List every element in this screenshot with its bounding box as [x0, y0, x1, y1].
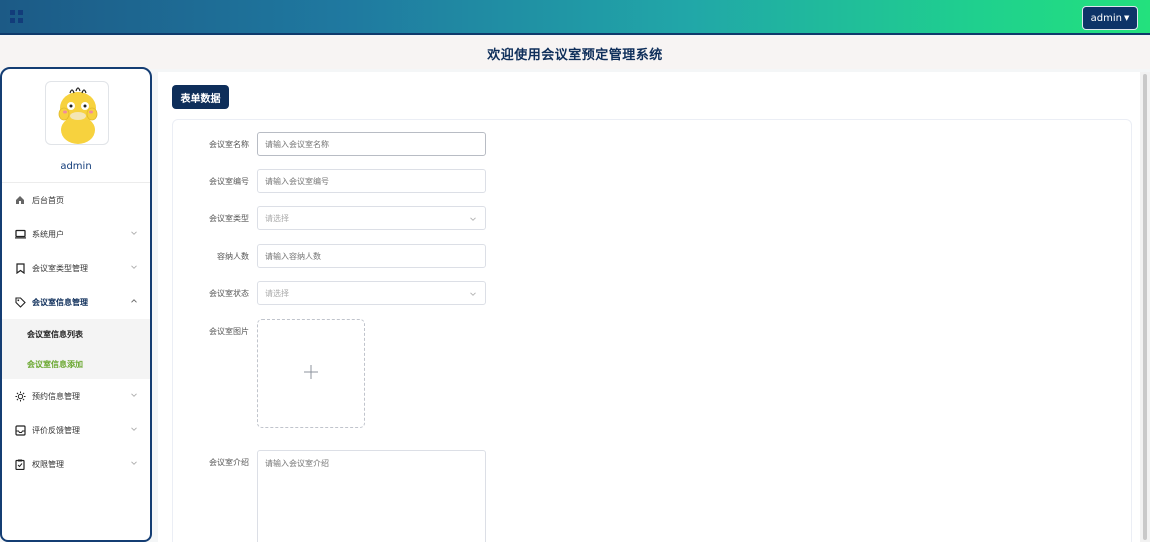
sun-icon — [14, 390, 26, 402]
sidebar-item-room-types[interactable]: 会议室类型管理 — [2, 251, 150, 285]
bookmark-icon — [14, 262, 26, 274]
sidebar-item-label: 预约信息管理 — [32, 391, 80, 401]
sidebar-submenu-room-info: 会议室信息列表 会议室信息添加 — [2, 319, 150, 379]
sidebar-item-system-users[interactable]: 系统用户 — [2, 217, 150, 251]
form-row-intro: 会议室介绍 — [173, 450, 673, 542]
room-intro-textarea[interactable] — [257, 450, 486, 542]
chevron-down-icon — [130, 263, 138, 271]
chevron-up-icon — [130, 297, 138, 305]
sidebar-item-permissions[interactable]: 权限管理 — [2, 447, 150, 481]
room-name-input[interactable] — [257, 132, 486, 156]
room-type-select[interactable]: 请选择 — [257, 206, 486, 230]
sidebar-item-label: 评价反馈管理 — [32, 425, 80, 435]
capacity-input[interactable] — [257, 244, 486, 268]
avatar — [45, 81, 109, 145]
form-row-code: 会议室编号 — [173, 169, 673, 193]
sidebar-subitem-room-list[interactable]: 会议室信息列表 — [2, 319, 150, 349]
tag-icon — [14, 296, 26, 308]
room-status-label: 会议室状态 — [209, 289, 249, 298]
home-icon — [14, 194, 26, 206]
scrollbar-thumb[interactable] — [1143, 74, 1147, 540]
form-data-tag: 表单数据 — [172, 85, 229, 109]
inbox-icon — [14, 424, 26, 436]
title-band: 欢迎使用会议室预定管理系统 — [0, 37, 1150, 69]
sidebar-item-label: 权限管理 — [32, 459, 64, 469]
form-row-capacity: 容纳人数 — [173, 244, 673, 268]
form-row-name: 会议室名称 — [173, 132, 673, 156]
form-card: 会议室名称 会议室编号 会议室类型 请选择 容纳人数 会议室状态 请选择 — [172, 119, 1132, 542]
room-type-placeholder: 请选择 — [265, 213, 289, 223]
top-bar: admin ▼ — [0, 0, 1150, 35]
sidebar: admin 后台首页 系统用户 会议室类型管理 会议室信息管理 会议室信息列表 … — [0, 67, 152, 542]
apps-grid-icon[interactable] — [10, 10, 23, 23]
sidebar-item-label: 会议室类型管理 — [32, 263, 88, 273]
sidebar-menu: 后台首页 系统用户 会议室类型管理 会议室信息管理 会议室信息列表 会议室信息添… — [2, 182, 150, 481]
chevron-down-icon — [469, 290, 477, 298]
room-name-label: 会议室名称 — [209, 140, 249, 149]
room-code-label: 会议室编号 — [209, 177, 249, 186]
room-status-placeholder: 请选择 — [265, 288, 289, 298]
form-row-type: 会议室类型 请选择 — [173, 206, 673, 230]
monitor-icon — [14, 228, 26, 240]
room-code-input[interactable] — [257, 169, 486, 193]
capacity-label: 容纳人数 — [217, 252, 249, 261]
room-status-select[interactable]: 请选择 — [257, 281, 486, 305]
sidebar-item-feedback[interactable]: 评价反馈管理 — [2, 413, 150, 447]
clipboard-icon — [14, 458, 26, 470]
user-menu-label: admin — [1090, 12, 1122, 24]
chevron-down-icon — [130, 425, 138, 433]
sidebar-item-home[interactable]: 后台首页 — [2, 183, 150, 217]
room-intro-label: 会议室介绍 — [209, 458, 249, 467]
chevron-down-icon — [130, 391, 138, 399]
form-row-status: 会议室状态 请选择 — [173, 281, 673, 305]
sidebar-item-label: 会议室信息管理 — [32, 297, 88, 307]
sidebar-username: admin — [60, 161, 92, 172]
caret-down-icon: ▼ — [1123, 14, 1130, 22]
form-row-image: 会议室图片 — [173, 319, 673, 429]
image-upload-box[interactable] — [257, 319, 365, 428]
main-panel: 表单数据 会议室名称 会议室编号 会议室类型 请选择 容纳人数 会议室状态 — [158, 72, 1140, 542]
sidebar-item-reservations[interactable]: 预约信息管理 — [2, 379, 150, 413]
chevron-down-icon — [130, 459, 138, 467]
user-menu-button[interactable]: admin ▼ — [1082, 6, 1138, 30]
page-title: 欢迎使用会议室预定管理系统 — [487, 47, 663, 63]
sidebar-subitem-room-add[interactable]: 会议室信息添加 — [2, 349, 150, 379]
sidebar-item-label: 后台首页 — [32, 195, 64, 205]
room-type-label: 会议室类型 — [209, 214, 249, 223]
room-image-label: 会议室图片 — [209, 327, 249, 336]
chevron-down-icon — [469, 215, 477, 223]
plus-icon — [303, 364, 319, 384]
sidebar-item-room-info[interactable]: 会议室信息管理 — [2, 285, 150, 319]
chevron-down-icon — [130, 229, 138, 237]
sidebar-item-label: 系统用户 — [32, 229, 64, 239]
